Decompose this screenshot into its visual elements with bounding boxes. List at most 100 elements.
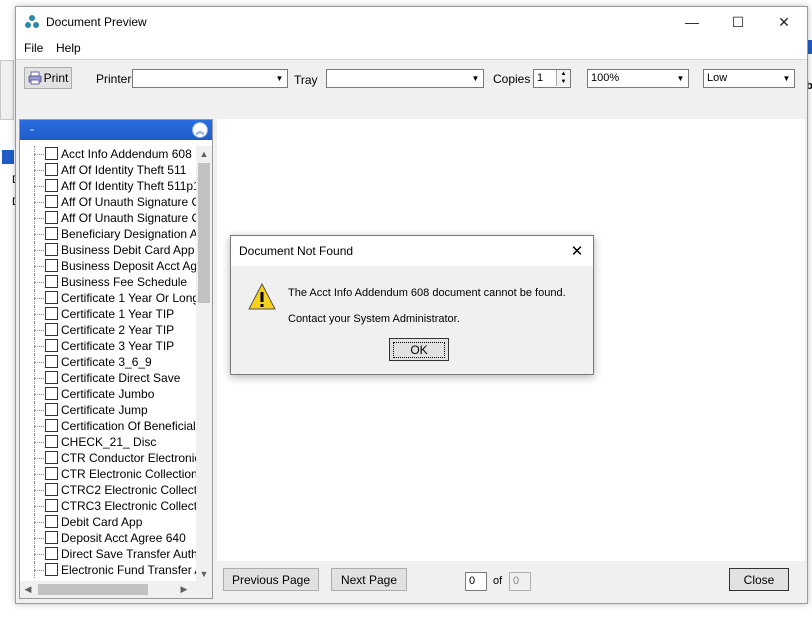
tree-item[interactable]: Electronic Fund Transfer Ag bbox=[20, 562, 198, 578]
item-checkbox[interactable] bbox=[45, 227, 58, 240]
quality-select[interactable]: Low ▼ bbox=[703, 69, 795, 88]
vertical-scrollbar[interactable]: ▲ ▼ bbox=[196, 146, 212, 582]
scroll-left-icon[interactable]: ◀ bbox=[20, 581, 36, 598]
item-checkbox[interactable] bbox=[45, 403, 58, 416]
tree-item[interactable]: CTR Conductor Electronic C bbox=[20, 450, 198, 466]
menu-help[interactable]: Help bbox=[56, 41, 81, 55]
tree-item[interactable]: Certificate 3_6_9 bbox=[20, 354, 198, 370]
tree-item[interactable]: CTRC2 Electronic Collection bbox=[20, 482, 198, 498]
item-checkbox[interactable] bbox=[45, 211, 58, 224]
item-checkbox[interactable] bbox=[45, 387, 58, 400]
item-checkbox[interactable] bbox=[45, 163, 58, 176]
tree-item[interactable]: Business Deposit Acct Agree bbox=[20, 258, 198, 274]
close-window-button[interactable]: ✕ bbox=[761, 7, 807, 37]
tree-item[interactable]: Business Fee Schedule bbox=[20, 274, 198, 290]
item-checkbox[interactable] bbox=[45, 307, 58, 320]
item-checkbox[interactable] bbox=[45, 195, 58, 208]
previous-page-button[interactable]: Previous Page bbox=[223, 568, 319, 591]
item-checkbox[interactable] bbox=[45, 515, 58, 528]
tree-item[interactable]: Deposit Acct Agree 640 bbox=[20, 530, 198, 546]
maximize-button[interactable]: ☐ bbox=[715, 7, 761, 37]
item-checkbox[interactable] bbox=[45, 179, 58, 192]
item-checkbox[interactable] bbox=[45, 499, 58, 512]
tree-item[interactable]: Certificate 2 Year TIP bbox=[20, 322, 198, 338]
print-button[interactable]: Print bbox=[24, 67, 72, 89]
tree-item[interactable]: Direct Save Transfer Auth bbox=[20, 546, 198, 562]
tree-item[interactable]: CTR Electronic Collection Fo bbox=[20, 466, 198, 482]
item-checkbox[interactable] bbox=[45, 483, 58, 496]
tree-item-label: Business Fee Schedule bbox=[61, 275, 188, 289]
item-checkbox[interactable] bbox=[45, 563, 58, 576]
tree-item[interactable]: Certificate Jumbo bbox=[20, 386, 198, 402]
item-checkbox[interactable] bbox=[45, 259, 58, 272]
item-checkbox[interactable] bbox=[45, 531, 58, 544]
item-checkbox[interactable] bbox=[45, 419, 58, 432]
tree-item[interactable]: Certificate 3 Year TIP bbox=[20, 338, 198, 354]
document-tree: Acct Info Addendum 608 Aff Of Identity Th… bbox=[20, 146, 198, 582]
minimize-button[interactable]: — bbox=[669, 7, 715, 37]
tree-item-label: Debit Card App bbox=[61, 515, 143, 529]
tree-connector bbox=[34, 522, 44, 523]
spin-down-icon[interactable]: ▼ bbox=[556, 78, 570, 86]
horizontal-scrollbar[interactable]: ◀ ▶ bbox=[20, 581, 212, 598]
tree-item-label: Direct Save Transfer Auth bbox=[61, 547, 198, 561]
page-number-field[interactable]: 0 bbox=[465, 572, 487, 591]
chevron-down-icon: ▼ bbox=[471, 74, 480, 83]
tray-select[interactable]: ▼ bbox=[326, 69, 484, 88]
scroll-right-icon[interactable]: ▶ bbox=[176, 581, 192, 598]
item-checkbox[interactable] bbox=[45, 147, 58, 160]
scroll-up-icon[interactable]: ▲ bbox=[196, 146, 212, 162]
tree-item[interactable]: Beneficiary Designation And bbox=[20, 226, 198, 242]
tree-item[interactable]: Certificate Direct Save bbox=[20, 370, 198, 386]
tree-item[interactable]: Aff Of Unauth Signature Cor bbox=[20, 194, 198, 210]
ok-label: OK bbox=[393, 341, 445, 358]
scroll-thumb[interactable] bbox=[198, 163, 210, 303]
tree-item[interactable]: Certificate Jump bbox=[20, 402, 198, 418]
document-list-panel: - ︽ Acct Info Addendum 608 Aff Of Identit… bbox=[19, 119, 213, 599]
zoom-select[interactable]: 100% ▼ bbox=[587, 69, 689, 88]
item-checkbox[interactable] bbox=[45, 467, 58, 480]
tree-item[interactable]: Debit Card App bbox=[20, 514, 198, 530]
tree-item-label: Certificate 2 Year TIP bbox=[61, 323, 175, 337]
tree-item[interactable]: Aff Of Identity Theft 511 bbox=[20, 162, 198, 178]
tree-item[interactable]: CHECK_21_ Disc bbox=[20, 434, 198, 450]
next-page-button[interactable]: Next Page bbox=[331, 568, 407, 591]
item-checkbox[interactable] bbox=[45, 339, 58, 352]
tree-item-label: Aff Of Unauth Signature Cor bbox=[61, 211, 198, 225]
window-title: Document Preview bbox=[46, 15, 147, 29]
item-checkbox[interactable] bbox=[45, 371, 58, 384]
tree-item[interactable]: Business Debit Card App bbox=[20, 242, 198, 258]
item-checkbox[interactable] bbox=[45, 355, 58, 368]
item-checkbox[interactable] bbox=[45, 547, 58, 560]
item-checkbox[interactable] bbox=[45, 451, 58, 464]
collapse-icon[interactable]: ︽ bbox=[192, 122, 208, 138]
close-button[interactable]: Close bbox=[729, 568, 789, 591]
printer-select[interactable]: ▼ bbox=[132, 69, 288, 88]
hscroll-thumb[interactable] bbox=[38, 584, 148, 595]
tree-item[interactable]: Certificate 1 Year TIP bbox=[20, 306, 198, 322]
dialog-message-secondary: Contact your System Administrator. bbox=[288, 313, 460, 325]
copies-stepper[interactable]: 1 ▲ ▼ bbox=[533, 69, 571, 88]
tree-connector bbox=[34, 154, 44, 155]
tree-item[interactable]: Acct Info Addendum 608 bbox=[20, 146, 198, 162]
ok-button[interactable]: OK bbox=[389, 338, 449, 361]
tree-item[interactable]: Certificate 1 Year Or Longer bbox=[20, 290, 198, 306]
dialog-message: The Acct Info Addendum 608 document cann… bbox=[288, 287, 566, 299]
tree-item[interactable]: Certification Of Beneficial Ov bbox=[20, 418, 198, 434]
item-checkbox[interactable] bbox=[45, 323, 58, 336]
tree-item[interactable]: Aff Of Identity Theft 511p1 bbox=[20, 178, 198, 194]
copies-label: Copies bbox=[493, 72, 531, 86]
tree-item-label: Business Debit Card App bbox=[61, 243, 195, 257]
item-checkbox[interactable] bbox=[45, 243, 58, 256]
warning-icon bbox=[248, 282, 276, 310]
of-label: of bbox=[493, 575, 503, 587]
dialog-title-bar: Document Not Found ✕ bbox=[231, 236, 593, 266]
dialog-close-icon[interactable]: ✕ bbox=[565, 240, 589, 262]
item-checkbox[interactable] bbox=[45, 435, 58, 448]
item-checkbox[interactable] bbox=[45, 275, 58, 288]
item-checkbox[interactable] bbox=[45, 291, 58, 304]
tree-item[interactable]: Aff Of Unauth Signature Cor bbox=[20, 210, 198, 226]
scroll-down-icon[interactable]: ▼ bbox=[196, 566, 212, 582]
tree-item[interactable]: CTRC3 Electronic Collection bbox=[20, 498, 198, 514]
menu-file[interactable]: File bbox=[24, 41, 43, 55]
